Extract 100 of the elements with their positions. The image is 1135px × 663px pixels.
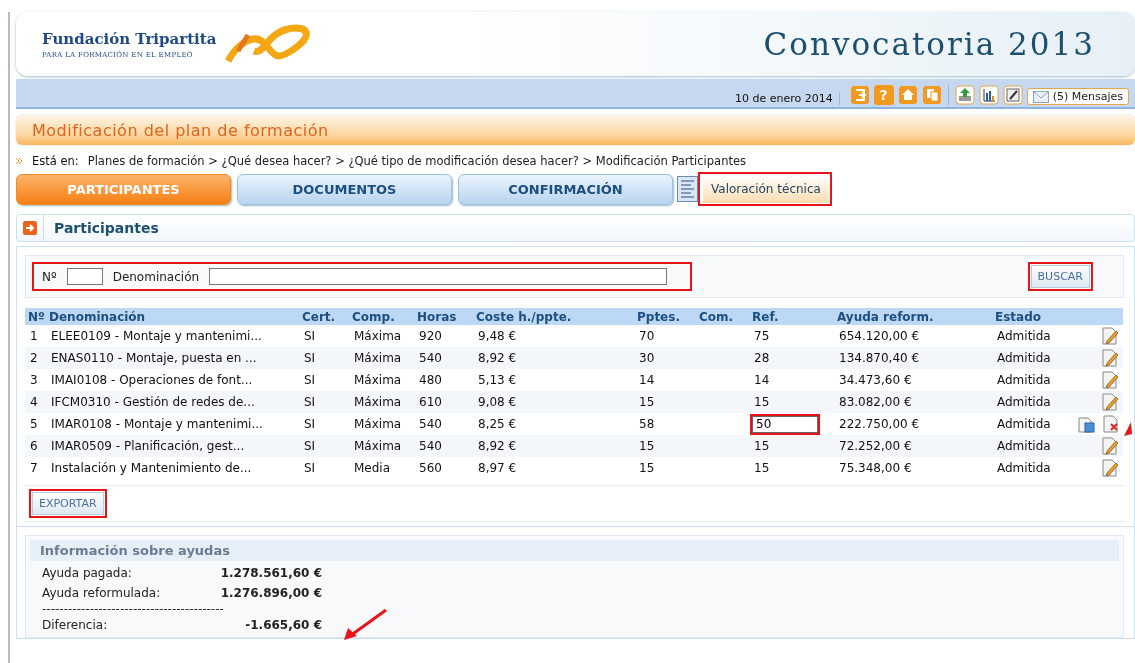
column-header: Com. — [696, 308, 749, 325]
table-cell: 540 — [419, 351, 442, 365]
table-cell: 30 — [639, 351, 655, 365]
name-field[interactable] — [209, 268, 668, 285]
table-cell: 8,25 € — [478, 417, 517, 431]
envelope-icon[interactable] — [1032, 90, 1049, 103]
number-field[interactable] — [66, 268, 103, 285]
table-cell: SI — [304, 461, 316, 475]
table-cell: 58 — [639, 417, 655, 431]
table-cell: Máxima — [354, 439, 402, 453]
table-cell: 34.473,60 € — [839, 373, 912, 387]
table-cell: 14 — [639, 373, 655, 387]
table-cell: Máxima — [354, 329, 402, 343]
table-cell: Admitida — [997, 329, 1051, 343]
table-cell: 15 — [754, 395, 770, 409]
current-date: 10 de enero 2014 — [734, 92, 840, 105]
annotation-arrow — [342, 608, 388, 642]
table-cell: 9,08 € — [478, 395, 517, 409]
table-cell: ENAS0110 - Montaje, puesta en ... — [51, 351, 257, 365]
table-cell: IFCM0310 - Gestión de redes de... — [51, 395, 255, 409]
messages-button[interactable]: (5) Mensajes — [1026, 88, 1129, 105]
column-header: Estado — [992, 308, 1072, 325]
table-cell: 654.120,00 € — [839, 329, 920, 343]
table-cell: SI — [304, 395, 316, 409]
table-cell: 8,97 € — [478, 461, 517, 475]
aid-label: Ayuda pagada: — [42, 565, 133, 582]
annotation-arrow — [1122, 422, 1132, 438]
table-cell: 920 — [419, 329, 442, 343]
table-cell: 14 — [754, 373, 770, 387]
table-cell: 8,92 € — [478, 439, 517, 453]
table-cell: Media — [354, 461, 391, 475]
upload-icon[interactable] — [954, 85, 975, 105]
table-cell: 83.082,00 € — [839, 395, 912, 409]
aid-value: 1.278.561,60 € — [219, 565, 322, 582]
table-cell: 3 — [30, 373, 38, 387]
table-cell: 9,48 € — [478, 329, 517, 343]
table-cell: SI — [304, 417, 316, 431]
column-header: Nº — [25, 308, 46, 325]
table-cell: SI — [304, 329, 316, 343]
table-cell: ELEE0109 - Montaje y mantenimi... — [51, 329, 262, 343]
table-cell: 5,13 € — [478, 373, 517, 387]
table-cell: 70 — [639, 329, 655, 343]
page-title: Modificación del plan de formación — [16, 115, 1135, 145]
dashed-separator: ------------------------------------------ — [41, 603, 225, 615]
delete-icon[interactable] — [1101, 414, 1119, 434]
table-cell: 540 — [419, 439, 442, 453]
column-header: Pptes. — [634, 308, 696, 325]
column-header: Horas — [414, 308, 473, 325]
aid-value: -1.665,60 € — [244, 617, 322, 634]
tab[interactable]: CONFIRMACIÓN — [458, 173, 673, 205]
aid-info-title: Información sobre ayudas — [30, 540, 1119, 561]
arrow-icon — [23, 221, 37, 235]
table-cell: SI — [304, 439, 316, 453]
section-title: Participantes — [54, 220, 159, 236]
table-cell: 134.870,40 € — [839, 351, 920, 365]
table-cell: 4 — [30, 395, 38, 409]
aid-label: Diferencia: — [42, 617, 109, 634]
copy-icon[interactable] — [1077, 414, 1095, 434]
table-cell: 15 — [754, 461, 770, 475]
field-label: Nº — [42, 269, 57, 284]
table-cell: 28 — [754, 351, 770, 365]
search-button[interactable]: BUSCAR — [1030, 265, 1090, 288]
table-cell: 15 — [754, 439, 770, 453]
column-header: Cert. — [299, 308, 349, 325]
table-cell: 1 — [30, 329, 38, 343]
table-cell: SI — [304, 351, 316, 365]
column-header: Comp. — [349, 308, 414, 325]
document-list-icon — [677, 176, 698, 202]
export-button[interactable]: EXPORTAR — [32, 492, 104, 515]
field-label: Denominación — [112, 269, 200, 284]
table-cell: 480 — [419, 373, 442, 387]
table-cell: 5 — [30, 417, 38, 431]
table-cell: Máxima — [354, 351, 402, 365]
table-cell: 540 — [419, 417, 442, 431]
table-cell: 75.348,00 € — [839, 461, 912, 475]
table-cell: IMAI0108 - Operaciones de font... — [51, 373, 253, 387]
table-cell: Máxima — [354, 373, 402, 387]
table-cell: 72.252,00 € — [839, 439, 912, 453]
breadcrumb-path: Planes de formación > ¿Qué desea hacer? > ¿Qué tipo de modificación desea hacer? > Modificación Participantes — [87, 154, 746, 168]
organization-name: Fundación Tripartita — [42, 29, 217, 48]
column-header: Ref. — [749, 308, 834, 325]
program-title: Convocatoria 2013 — [763, 26, 1095, 62]
ref-field[interactable]: 50 — [752, 415, 818, 433]
copy-icon[interactable] — [921, 85, 942, 105]
table-cell: 15 — [639, 395, 655, 409]
home-icon[interactable] — [897, 85, 918, 105]
chart-icon[interactable] — [978, 85, 999, 105]
technical-assessment-tab[interactable]: Valoración técnica — [703, 175, 829, 203]
table-cell: IMAR0108 - Montaje y mantenimi... — [51, 417, 263, 431]
column-header: Denominación — [46, 308, 299, 325]
table-cell: Admitida — [997, 373, 1051, 387]
table-cell: 610 — [419, 395, 442, 409]
table-cell: Admitida — [997, 461, 1051, 475]
table-cell: Admitida — [997, 351, 1051, 365]
table-cell: Admitida — [997, 439, 1051, 453]
edit-icon[interactable] — [1002, 85, 1023, 105]
table-cell: 7 — [30, 461, 38, 475]
tab[interactable]: DOCUMENTOS — [237, 173, 452, 205]
table-cell: Admitida — [997, 417, 1051, 431]
table-cell: SI — [304, 373, 316, 387]
